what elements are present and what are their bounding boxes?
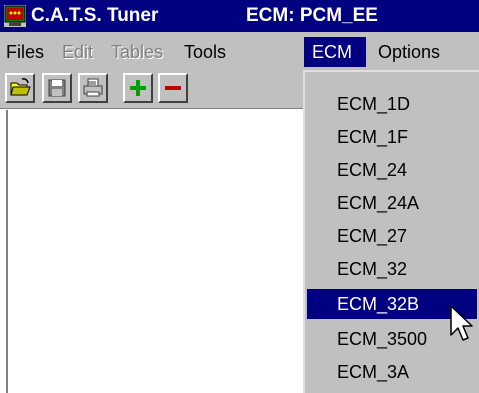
- menu-option-ecm-3a[interactable]: ECM_3A: [307, 357, 477, 387]
- menu-tables[interactable]: Tables: [107, 40, 167, 64]
- menu-ecm[interactable]: ECM: [304, 37, 366, 67]
- remove-button[interactable]: [158, 73, 188, 103]
- minus-icon: [165, 86, 181, 90]
- app-window: C.A.T.S. Tuner ECM: PCM_EE Files Edit Ta…: [0, 0, 479, 393]
- save-button[interactable]: [42, 73, 72, 103]
- save-disk-icon: [48, 79, 66, 97]
- menu-option-ecm-27[interactable]: ECM_27: [307, 221, 477, 251]
- menu-option-ecm-1f[interactable]: ECM_1F: [307, 122, 477, 152]
- menu-files[interactable]: Files: [2, 40, 48, 64]
- client-area-border: [6, 110, 8, 393]
- print-icon: [83, 78, 103, 97]
- open-folder-icon: [10, 78, 31, 96]
- title-bar[interactable]: C.A.T.S. Tuner ECM: PCM_EE: [0, 0, 479, 32]
- menu-edit[interactable]: Edit: [58, 40, 97, 64]
- menu-option-ecm-1d[interactable]: ECM_1D: [307, 89, 477, 119]
- print-button[interactable]: [78, 73, 108, 103]
- menu-option-ecm-24a[interactable]: ECM_24A: [307, 188, 477, 218]
- mouse-pointer-icon: [450, 305, 473, 341]
- menu-options[interactable]: Options: [374, 40, 444, 64]
- document-title: ECM: PCM_EE: [246, 5, 378, 26]
- app-icon[interactable]: [4, 5, 26, 27]
- menu-option-ecm-32[interactable]: ECM_32: [307, 254, 477, 284]
- open-button[interactable]: [5, 73, 35, 103]
- add-button[interactable]: [123, 73, 153, 103]
- plus-icon: [130, 80, 146, 96]
- menu-tools[interactable]: Tools: [180, 40, 230, 64]
- menu-option-ecm-24[interactable]: ECM_24: [307, 155, 477, 185]
- menu-bar: Files Edit Tables Tools ECM Options: [0, 32, 479, 70]
- app-title: C.A.T.S. Tuner: [31, 5, 159, 26]
